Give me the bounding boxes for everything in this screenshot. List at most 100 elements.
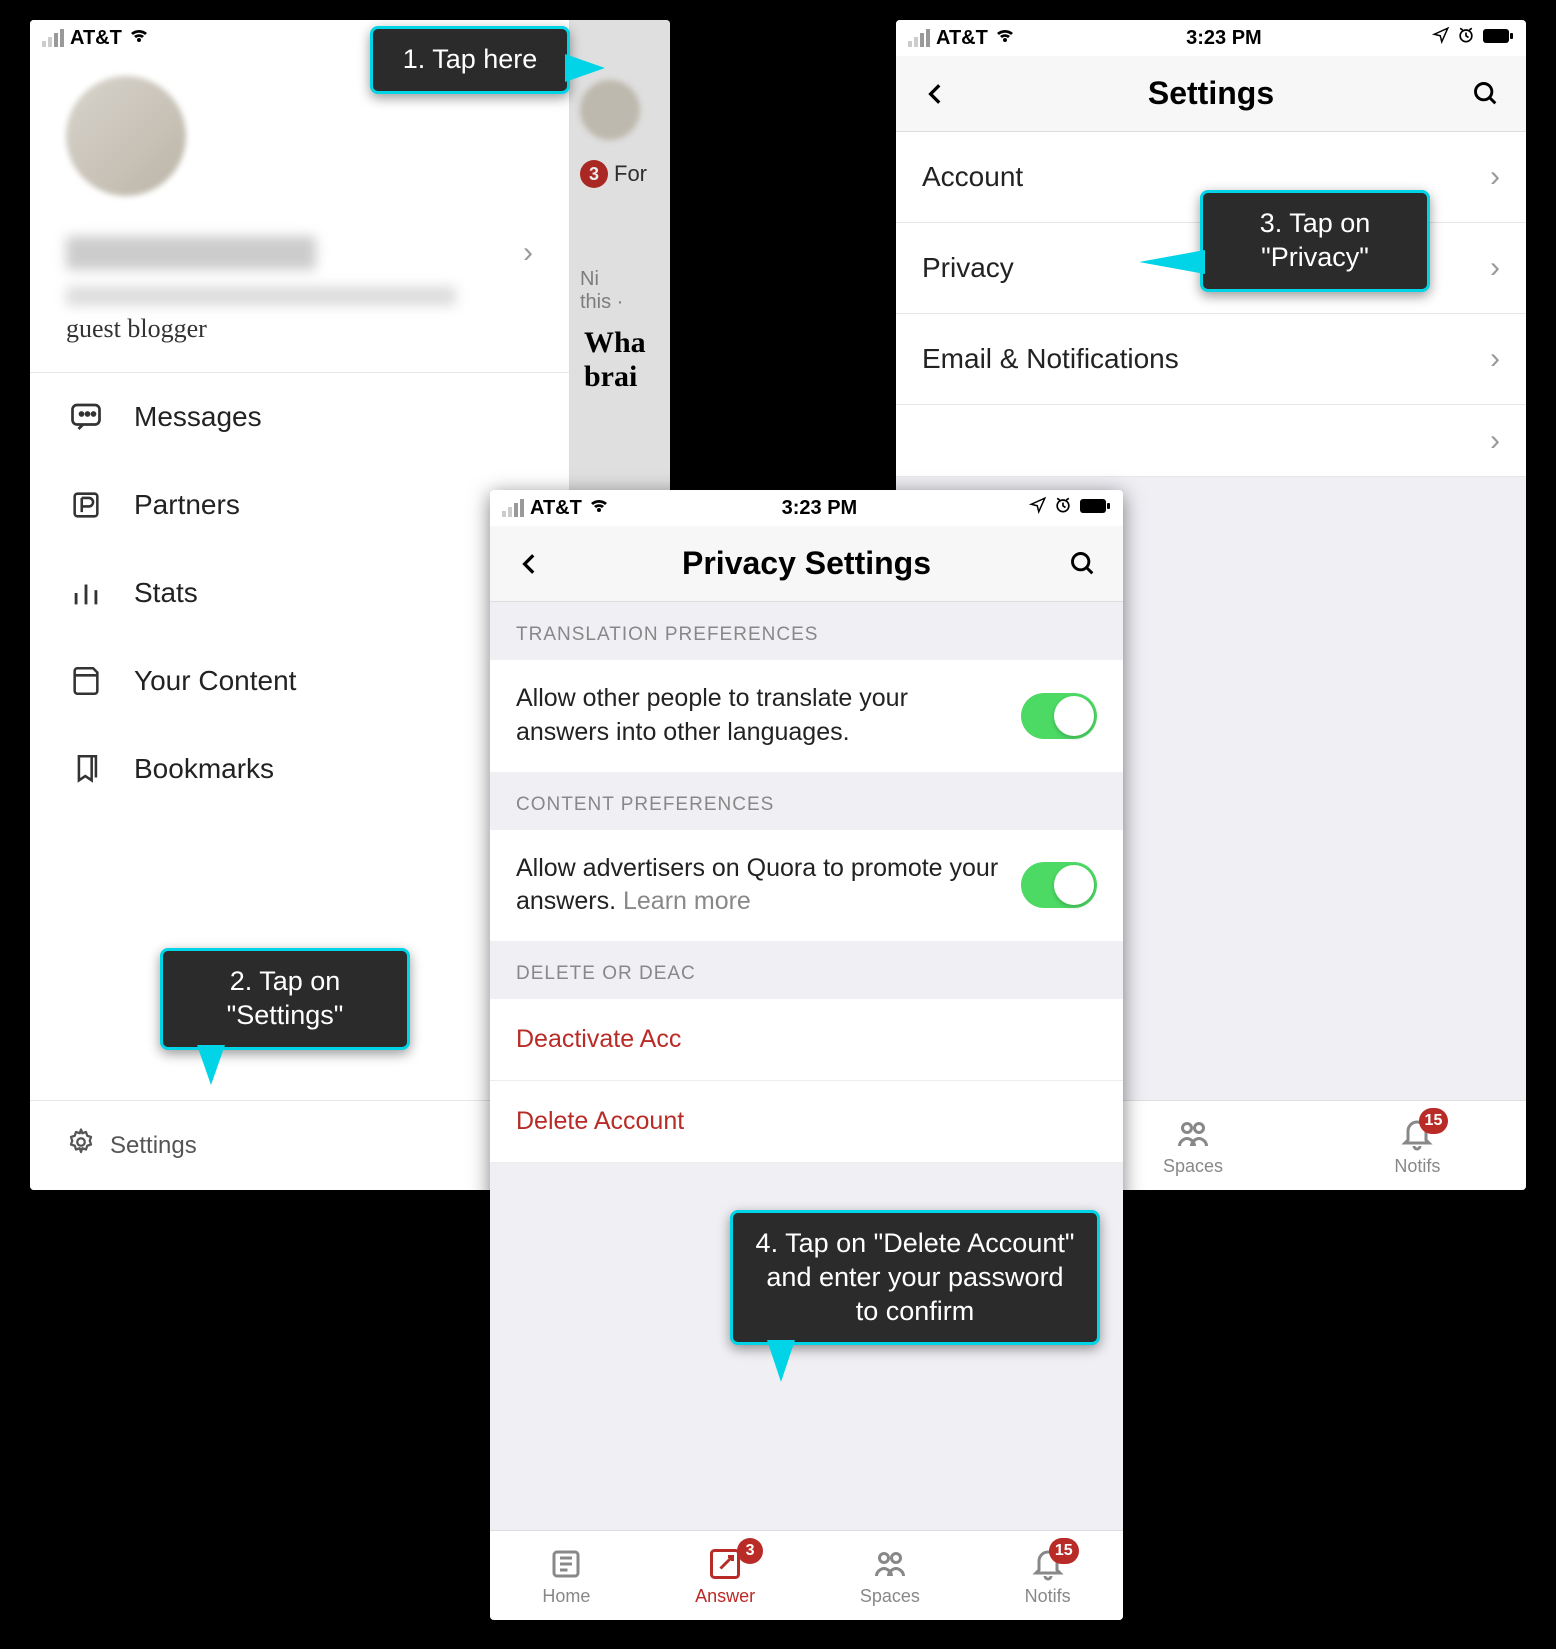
peek-meta: Ni this · (580, 268, 670, 314)
page-title: Privacy Settings (682, 545, 931, 582)
spaces-icon (870, 1544, 910, 1584)
partners-icon (66, 485, 106, 525)
spaces-icon (1173, 1114, 1213, 1154)
messages-icon (66, 397, 106, 437)
back-button[interactable] (510, 544, 550, 584)
menu-label: Your Content (134, 665, 296, 697)
signal-icon (42, 29, 64, 47)
pref-translate: Allow other people to translate your ans… (490, 660, 1123, 772)
callout-step-4: 4. Tap on "Delete Account" and enter you… (730, 1210, 1100, 1345)
profile-subtitle (66, 286, 456, 306)
tab-answer[interactable]: Answer 3 (695, 1544, 755, 1607)
tab-spaces[interactable]: Spaces (860, 1544, 920, 1607)
screen-privacy-settings: AT&T 3:23 PM Privacy Settings TRANSLATIO… (490, 490, 1123, 1620)
home-icon (546, 1544, 586, 1584)
status-time: 3:23 PM (1186, 27, 1262, 50)
content-icon (66, 661, 106, 701)
profile-role: guest blogger (30, 308, 569, 372)
pref-label: Allow other people to translate your ans… (516, 682, 1005, 750)
section-delete: DELETE OR DEAC (490, 941, 1123, 999)
chevron-right-icon: › (1490, 342, 1500, 376)
signal-icon (908, 29, 930, 47)
chevron-right-icon: › (1490, 160, 1500, 194)
callout-step-3: 3. Tap on "Privacy" (1200, 190, 1430, 292)
tab-label: Spaces (860, 1586, 920, 1607)
menu-label: Partners (134, 489, 240, 521)
settings-label: Settings (110, 1132, 197, 1160)
page-title: Settings (1148, 75, 1274, 112)
row-delete-account[interactable]: Delete Account (490, 1081, 1123, 1163)
menu-item-partners[interactable]: Partners (30, 461, 569, 549)
stats-icon (66, 573, 106, 613)
peek-notif[interactable]: 3 For (580, 160, 670, 188)
tab-label: Notifs (1025, 1586, 1071, 1607)
search-button[interactable] (1063, 544, 1103, 584)
row-label: Privacy (922, 252, 1014, 284)
alarm-icon (1456, 25, 1476, 51)
section-translation: TRANSLATION PREFERENCES (490, 602, 1123, 660)
toggle-advertisers[interactable] (1021, 862, 1097, 908)
tab-label: Notifs (1394, 1156, 1440, 1177)
menu-item-content[interactable]: Your Content (30, 637, 569, 725)
bookmarks-icon (66, 749, 106, 789)
settings-row-blank[interactable]: › (896, 405, 1526, 477)
search-button[interactable] (1466, 74, 1506, 114)
alarm-icon (1053, 495, 1073, 521)
tab-label: Home (542, 1586, 590, 1607)
profile-avatar[interactable] (66, 76, 186, 196)
wifi-icon (128, 27, 150, 50)
row-label: Email & Notifications (922, 343, 1179, 375)
tab-label: Spaces (1163, 1156, 1223, 1177)
status-bar: AT&T 3:23 PM (896, 20, 1526, 56)
nav-bar: Settings (896, 56, 1526, 132)
chevron-right-icon: › (523, 236, 533, 270)
settings-row-email[interactable]: Email & Notifications › (896, 314, 1526, 405)
profile-name (66, 236, 316, 270)
badge-count: 3 (580, 160, 608, 188)
callout-step-1: 1. Tap here (370, 26, 570, 94)
tab-spaces[interactable]: Spaces (1163, 1114, 1223, 1177)
tab-notifs[interactable]: Notifs 15 (1394, 1114, 1440, 1177)
row-deactivate[interactable]: Deactivate Acc (490, 999, 1123, 1081)
menu-item-bookmarks[interactable]: Bookmarks (30, 725, 569, 813)
location-icon (1432, 26, 1450, 50)
peek-badge-text: For (614, 161, 647, 187)
chevron-right-icon: › (1490, 424, 1500, 458)
menu-label: Bookmarks (134, 753, 274, 785)
row-label: Account (922, 161, 1023, 193)
wifi-icon (994, 27, 1016, 50)
profile-name-row[interactable]: › (30, 196, 569, 282)
carrier-label: AT&T (530, 497, 582, 520)
pref-advertisers: Allow advertisers on Quora to promote yo… (490, 830, 1123, 942)
back-button[interactable] (916, 74, 956, 114)
status-bar: AT&T 3:23 PM (490, 490, 1123, 526)
location-icon (1029, 496, 1047, 520)
battery-icon (1482, 27, 1514, 50)
tab-badge: 15 (1049, 1538, 1079, 1564)
battery-icon (1079, 497, 1111, 520)
menu-item-settings[interactable]: Settings (30, 1100, 570, 1190)
status-time: 3:23 PM (782, 497, 858, 520)
tab-notifs[interactable]: Notifs 15 (1025, 1544, 1071, 1607)
pref-label: Allow advertisers on Quora to promote yo… (516, 852, 1005, 920)
wifi-icon (588, 497, 610, 520)
tab-badge: 15 (1419, 1108, 1449, 1134)
tab-label: Answer (695, 1586, 755, 1607)
menu-label: Messages (134, 401, 262, 433)
chevron-right-icon: › (1490, 251, 1500, 285)
menu-item-messages[interactable]: Messages (30, 373, 569, 461)
peek-avatar[interactable] (580, 80, 640, 140)
carrier-label: AT&T (936, 27, 988, 50)
carrier-label: AT&T (70, 27, 122, 50)
tab-home[interactable]: Home (542, 1544, 590, 1607)
nav-bar: Privacy Settings (490, 526, 1123, 602)
learn-more-link[interactable]: Learn more (623, 887, 751, 915)
menu-item-stats[interactable]: Stats (30, 549, 569, 637)
toggle-translate[interactable] (1021, 693, 1097, 739)
menu-label: Stats (134, 577, 198, 609)
gear-icon (66, 1127, 96, 1164)
section-content: CONTENT PREFERENCES (490, 772, 1123, 830)
peek-question[interactable]: Wha brai (584, 326, 670, 394)
signal-icon (502, 499, 524, 517)
tab-bar: Home Answer 3 Spaces Notifs 15 (490, 1530, 1123, 1620)
